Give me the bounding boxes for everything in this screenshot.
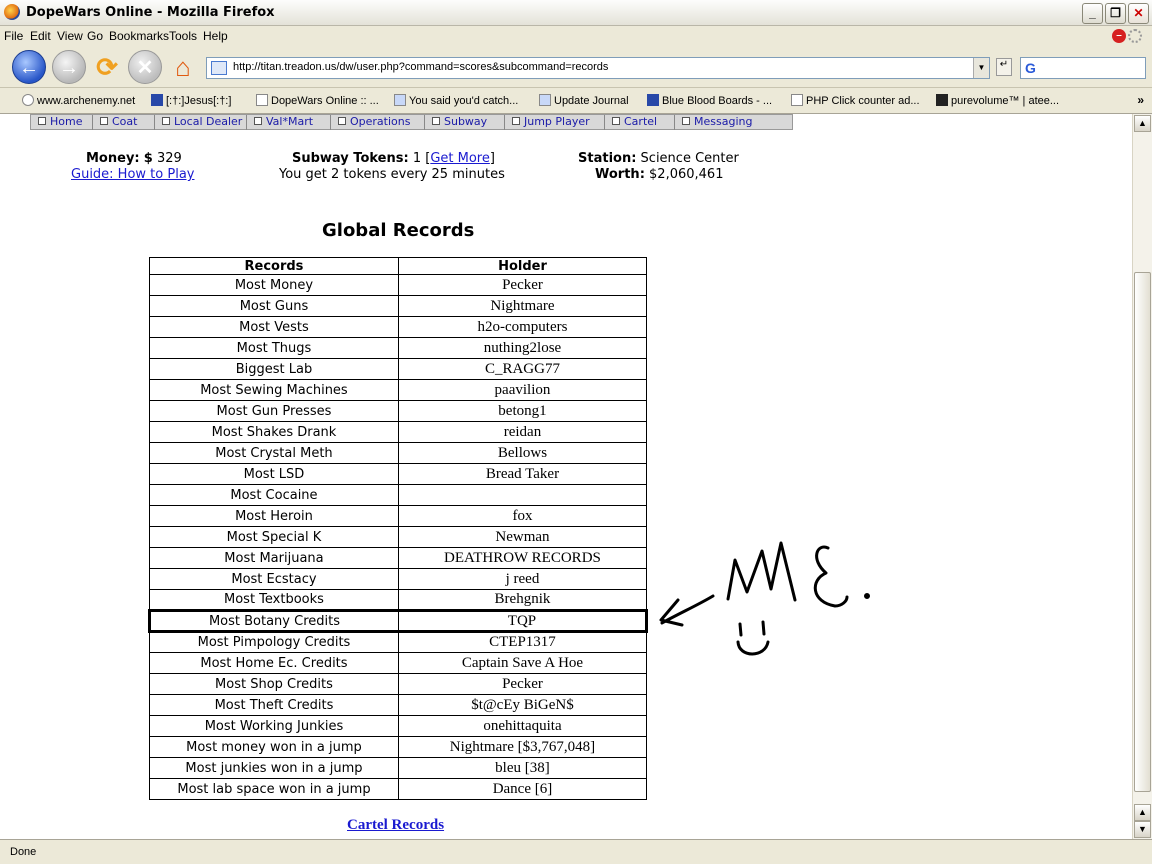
bookmark-item[interactable]: You said you'd catch... <box>394 94 518 107</box>
bookmarks-toolbar: www.archenemy.net [:†:]Jesus[:†:] DopeWa… <box>0 88 1152 114</box>
page-icon <box>211 61 227 75</box>
bookmarks-overflow-button[interactable]: » <box>1137 93 1144 107</box>
menu-bar: File Edit View Go Bookmarks Tools Help <box>0 26 1152 46</box>
annotation-dot <box>864 593 870 599</box>
address-bar[interactable]: http://titan.treadon.us/dw/user.php?comm… <box>206 57 990 79</box>
bookmark-label: www.archenemy.net <box>37 95 136 107</box>
letter-e <box>813 545 849 608</box>
navigation-toolbar: ← → ⟳ ✕ ⌂ http://titan.treadon.us/dw/use… <box>0 46 1152 88</box>
bookmark-favicon-icon <box>394 94 406 106</box>
bookmark-label: Blue Blood Boards - ... <box>662 95 773 107</box>
maximize-button[interactable]: ❐ <box>1105 3 1126 24</box>
scroll-up-icon[interactable]: ▲ <box>1134 115 1151 132</box>
menu-help[interactable]: Help <box>203 29 228 43</box>
window-title: DopeWars Online - Mozilla Firefox <box>26 5 275 20</box>
bookmark-label: [:†:]Jesus[:†:] <box>166 95 232 107</box>
address-dropdown-icon[interactable]: ▼ <box>973 58 989 78</box>
menu-tools[interactable]: Tools <box>169 29 197 43</box>
back-button[interactable]: ← <box>12 50 46 84</box>
bookmark-item[interactable]: www.archenemy.net <box>22 94 135 107</box>
bookmark-label: PHP Click counter ad... <box>806 95 920 107</box>
bookmark-favicon-icon <box>791 94 803 106</box>
page-content: Home Coat Local Dealer Val*Mart Operatio… <box>0 114 1132 839</box>
menu-view[interactable]: View <box>57 29 83 43</box>
forward-button[interactable]: → <box>52 50 86 84</box>
letter-m <box>726 541 797 602</box>
status-bar: Done <box>0 839 1152 864</box>
home-button[interactable]: ⌂ <box>166 50 200 84</box>
bookmark-label: DopeWars Online :: ... <box>271 95 379 107</box>
bookmark-favicon-icon <box>22 94 34 106</box>
reload-button[interactable]: ⟳ <box>90 50 124 84</box>
vertical-scrollbar[interactable]: ▲ ▲ ▼ <box>1132 114 1152 839</box>
bookmark-item[interactable]: Blue Blood Boards - ... <box>647 94 772 107</box>
smiley-left-eye <box>738 622 743 637</box>
throbber-icon <box>1128 29 1142 43</box>
handwritten-annotation <box>659 541 870 656</box>
minimize-button[interactable]: _ <box>1082 3 1103 24</box>
bookmark-item[interactable]: purevolume™ | atee... <box>936 94 1059 107</box>
smiley-right-eye <box>761 620 766 636</box>
go-button[interactable]: ↵ <box>996 58 1012 76</box>
bookmark-label: purevolume™ | atee... <box>951 95 1060 107</box>
bookmark-favicon-icon <box>647 94 659 106</box>
window-titlebar: DopeWars Online - Mozilla Firefox _ ❐ ✕ <box>0 0 1152 26</box>
bookmark-label: Update Journal <box>554 95 629 107</box>
bookmark-item[interactable]: DopeWars Online :: ... <box>256 94 379 107</box>
bookmark-item[interactable]: [:†:]Jesus[:†:] <box>151 94 231 107</box>
scroll-down-icon[interactable]: ▼ <box>1134 821 1151 838</box>
bookmark-favicon-icon <box>539 94 551 106</box>
google-icon[interactable]: G <box>1025 60 1036 76</box>
menu-go[interactable]: Go <box>87 29 103 43</box>
firefox-logo-icon <box>4 4 20 20</box>
scrollbar-thumb[interactable] <box>1134 272 1151 792</box>
close-button[interactable]: ✕ <box>1128 3 1149 24</box>
status-text: Done <box>10 846 37 858</box>
bookmark-item[interactable]: PHP Click counter ad... <box>791 94 920 107</box>
bookmark-label: You said you'd catch... <box>409 95 519 107</box>
bookmark-favicon-icon <box>936 94 948 106</box>
menu-edit[interactable]: Edit <box>30 29 51 43</box>
stop-button[interactable]: ✕ <box>128 50 162 84</box>
search-box[interactable]: G <box>1020 57 1146 79</box>
menu-file[interactable]: File <box>4 29 23 43</box>
bookmark-favicon-icon <box>256 94 268 106</box>
smiley-mouth <box>736 640 770 656</box>
address-url: http://titan.treadon.us/dw/user.php?comm… <box>233 61 609 73</box>
stop-badge-icon: – <box>1112 29 1126 43</box>
menu-bookmarks[interactable]: Bookmarks <box>109 29 169 43</box>
bookmark-item[interactable]: Update Journal <box>539 94 629 107</box>
scroll-up-icon[interactable]: ▲ <box>1134 804 1151 821</box>
bookmark-favicon-icon <box>151 94 163 106</box>
